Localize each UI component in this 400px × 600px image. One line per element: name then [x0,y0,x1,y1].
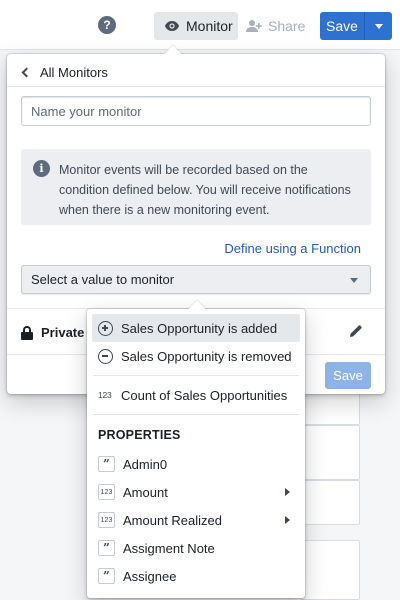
panel-save-button[interactable]: Save [325,362,371,389]
string-type-icon: ” [98,568,115,584]
info-callout-text: Monitor events will be recorded based on… [59,163,351,217]
value-select[interactable]: Select a value to monitor [21,265,371,294]
menu-divider [93,375,299,376]
menu-item-label: Amount Realized [123,512,222,528]
visibility-label: Private [41,325,85,340]
info-callout: i Monitor events will be recorded based … [21,149,371,225]
monitor-button-label: Monitor [186,18,233,34]
menu-item-property[interactable]: ” Assigment Note [92,534,300,562]
string-type-icon: ” [98,540,115,556]
menu-item-property[interactable]: 123 Amount Realized [92,506,300,534]
chevron-left-icon [21,67,32,77]
save-button[interactable]: Save [320,12,364,40]
background-card [300,540,360,600]
chevron-right-icon [285,516,290,524]
caret-down-icon [350,278,358,283]
background-card [300,425,360,480]
menu-item-count[interactable]: 123 Count of Sales Opportunities [92,381,300,409]
eye-icon [165,21,179,31]
menu-item-label: Assigment Note [123,540,215,556]
share-button[interactable]: Share [246,12,305,40]
chevron-down-icon [374,23,383,29]
share-button-label: Share [268,18,306,34]
value-select-label: Select a value to monitor [31,272,175,287]
menu-item-object-added[interactable]: Sales Opportunity is added [92,314,300,342]
value-dropdown-menu: Sales Opportunity is added Sales Opportu… [87,300,305,598]
menu-item-label: Amount [123,484,168,500]
menu-item-object-removed[interactable]: Sales Opportunity is removed [92,342,300,370]
menu-item-label: Count of Sales Opportunities [121,387,288,403]
menu-item-property[interactable]: 123 Amount [92,478,300,506]
monitor-name-input[interactable] [21,96,371,126]
menu-item-property[interactable]: ” Admin0 [92,450,300,478]
number-type-icon: 123 [98,512,115,528]
monitor-button[interactable]: Monitor [154,12,238,40]
numeric-icon: 123 [98,390,112,400]
properties-header: PROPERTIES [98,428,181,442]
plus-circle-icon [98,320,113,336]
background-card [300,480,360,525]
info-icon: i [33,160,50,177]
back-label: All Monitors [40,64,108,80]
menu-divider [93,414,299,415]
menu-item-label: Sales Opportunity is added [121,320,278,336]
divider [7,86,385,87]
define-function-link[interactable]: Define using a Function [224,241,361,256]
minus-circle-icon [98,348,113,364]
lock-icon [21,325,33,340]
number-type-icon: 123 [98,484,115,500]
help-icon[interactable]: ? [98,16,116,34]
menu-item-label: Assignee [123,568,177,584]
back-to-all-monitors[interactable]: All Monitors [21,63,108,81]
menu-item-label: Sales Opportunity is removed [121,348,292,364]
save-button-group: Save [320,12,392,40]
save-options-button[interactable] [364,12,392,40]
visibility-row: Private [21,325,84,340]
top-toolbar: ? Monitor Share Save [0,0,400,50]
string-type-icon: ” [98,456,115,472]
edit-icon[interactable] [349,324,363,338]
chevron-right-icon [285,488,290,496]
menu-item-property[interactable]: ” Assignee [92,562,300,590]
menu-item-label: Admin0 [123,456,168,472]
add-user-icon [246,20,262,32]
